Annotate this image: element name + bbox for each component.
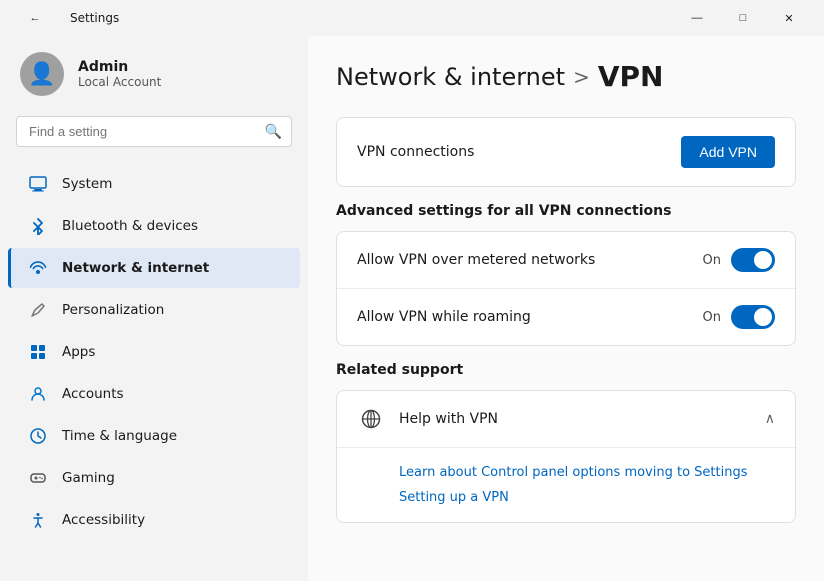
user-account-type: Local Account (78, 75, 161, 89)
nav-item-apps[interactable]: Apps (8, 332, 300, 372)
toggle-right-roaming: On (703, 305, 775, 329)
maximize-button[interactable]: □ (720, 2, 766, 34)
toggle-switch-metered[interactable] (731, 248, 775, 272)
breadcrumb-parent: Network & internet (336, 63, 565, 91)
nav-item-personalization[interactable]: Personalization (8, 290, 300, 330)
accessibility-icon (28, 510, 48, 530)
avatar-icon: 👤 (28, 62, 55, 87)
toggle-right-metered: On (703, 248, 775, 272)
close-button[interactable]: ✕ (766, 2, 812, 34)
minimize-button[interactable]: — (674, 2, 720, 34)
nav-item-network[interactable]: Network & internet (8, 248, 300, 288)
breadcrumb-separator: > (573, 65, 590, 89)
page-title: VPN (598, 60, 664, 93)
nav-item-accounts[interactable]: Accounts (8, 374, 300, 414)
chevron-up-icon: ∧ (765, 411, 775, 427)
nav-item-accessibility[interactable]: Accessibility (8, 500, 300, 540)
content-area: Network & internet > VPN VPN connections… (308, 36, 824, 581)
user-info: Admin Local Account (78, 59, 161, 89)
gaming-icon (28, 468, 48, 488)
nav-item-system[interactable]: System (8, 164, 300, 204)
title-bar-left: ← Settings (12, 2, 119, 34)
sidebar: 👤 Admin Local Account 🔍 System Bluetooth… (0, 36, 308, 581)
nav-label-time: Time & language (62, 428, 177, 444)
back-button[interactable]: ← (12, 2, 58, 34)
add-vpn-button[interactable]: Add VPN (681, 136, 775, 168)
apps-icon (28, 342, 48, 362)
toggle-switch-roaming[interactable] (731, 305, 775, 329)
user-name: Admin (78, 59, 161, 75)
personalization-icon (28, 300, 48, 320)
nav-label-apps: Apps (62, 344, 95, 360)
nav-label-gaming: Gaming (62, 470, 115, 486)
nav-item-time[interactable]: Time & language (8, 416, 300, 456)
nav-label-network: Network & internet (62, 260, 209, 276)
toggle-row-metered: Allow VPN over metered networks On (337, 232, 795, 288)
nav-label-personalization: Personalization (62, 302, 164, 318)
nav-label-system: System (62, 176, 112, 192)
title-bar: ← Settings — □ ✕ (0, 0, 824, 36)
nav-item-gaming[interactable]: Gaming (8, 458, 300, 498)
search-icon: 🔍 (265, 124, 282, 140)
toggle-status-metered: On (703, 253, 721, 268)
help-vpn-left: Help with VPN (357, 405, 498, 433)
user-section: 👤 Admin Local Account (0, 36, 308, 116)
advanced-settings-title: Advanced settings for all VPN connection… (336, 203, 796, 219)
nav-label-accounts: Accounts (62, 386, 124, 402)
network-icon (28, 258, 48, 278)
related-support-card: Help with VPN ∧ Learn about Control pane… (336, 390, 796, 523)
page-header: Network & internet > VPN (336, 60, 796, 93)
nav-label-bluetooth: Bluetooth & devices (62, 218, 198, 234)
support-link-0[interactable]: Learn about Control panel options moving… (399, 460, 775, 485)
nav-label-accessibility: Accessibility (62, 512, 145, 528)
app-body: 👤 Admin Local Account 🔍 System Bluetooth… (0, 36, 824, 581)
support-link-1[interactable]: Setting up a VPN (399, 485, 775, 510)
toggle-label-metered: Allow VPN over metered networks (357, 252, 595, 268)
avatar: 👤 (20, 52, 64, 96)
help-globe-icon (357, 405, 385, 433)
vpn-connections-card: VPN connections Add VPN (336, 117, 796, 187)
advanced-settings-card: Allow VPN over metered networks On Allow… (336, 231, 796, 346)
search-box: 🔍 (16, 116, 292, 147)
related-support-title: Related support (336, 362, 796, 378)
system-icon (28, 174, 48, 194)
search-input[interactable] (16, 116, 292, 147)
toggle-status-roaming: On (703, 310, 721, 325)
vpn-connections-row: VPN connections Add VPN (337, 118, 795, 186)
support-links: Learn about Control panel options moving… (337, 447, 795, 522)
help-vpn-label: Help with VPN (399, 411, 498, 427)
nav-item-bluetooth[interactable]: Bluetooth & devices (8, 206, 300, 246)
app-title: Settings (70, 11, 119, 25)
window-controls: — □ ✕ (674, 2, 812, 34)
toggle-label-roaming: Allow VPN while roaming (357, 309, 531, 325)
bluetooth-icon (28, 216, 48, 236)
toggle-row-roaming: Allow VPN while roaming On (337, 288, 795, 345)
accounts-icon (28, 384, 48, 404)
help-vpn-row[interactable]: Help with VPN ∧ (337, 391, 795, 447)
time-icon (28, 426, 48, 446)
vpn-connections-label: VPN connections (357, 144, 474, 160)
